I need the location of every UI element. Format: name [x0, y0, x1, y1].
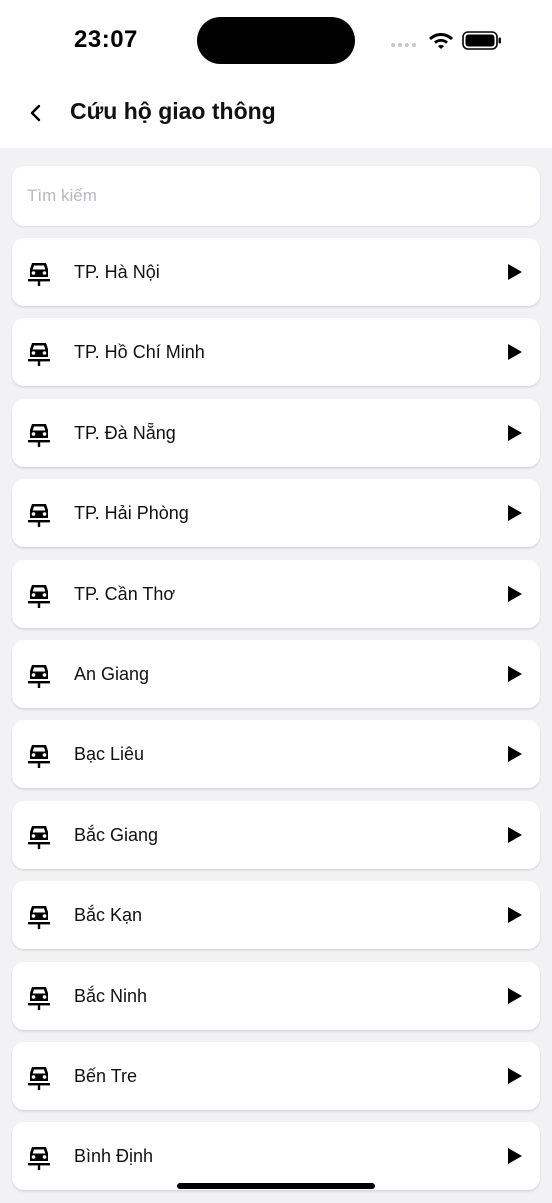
play-arrow-icon: [508, 1067, 522, 1084]
app-header: Cứu hộ giao thông: [0, 80, 552, 148]
battery-icon: [462, 31, 501, 50]
list-item[interactable]: Bến Tre: [12, 1041, 540, 1110]
list-item-label: TP. Hà Nội: [74, 262, 160, 282]
car-rescue-icon: [28, 584, 50, 608]
car-rescue-icon: [28, 986, 50, 1010]
cellular-signal-icon: [391, 43, 416, 47]
list-item-label: TP. Hồ Chí Minh: [74, 342, 205, 363]
play-arrow-icon: [508, 424, 522, 441]
list-item-label: Bắc Kạn: [74, 905, 143, 926]
search-box: [12, 166, 540, 226]
home-indicator: [177, 1183, 375, 1189]
car-rescue-icon: [28, 825, 50, 849]
status-time: 23:07: [74, 26, 138, 53]
play-arrow-icon: [508, 1148, 522, 1165]
list-item[interactable]: Bắc Giang: [12, 800, 540, 869]
list-item[interactable]: TP. Hồ Chí Minh: [12, 318, 540, 387]
list-item-label: TP. Hải Phòng: [74, 503, 189, 524]
search-input[interactable]: [12, 166, 517, 226]
car-rescue-icon: [28, 504, 50, 528]
play-arrow-icon: [508, 987, 522, 1004]
play-arrow-icon: [508, 907, 522, 924]
car-rescue-icon: [28, 263, 50, 286]
car-rescue-icon: [28, 343, 50, 367]
play-arrow-icon: [508, 585, 522, 602]
status-bar: 23:07: [0, 0, 552, 80]
play-arrow-icon: [508, 344, 522, 361]
list-item-label: TP. Đà Nẵng: [74, 422, 176, 443]
back-chevron-icon[interactable]: [24, 101, 48, 125]
car-rescue-icon: [28, 1147, 50, 1171]
list-item-label: Bình Định: [74, 1146, 154, 1167]
page-title: Cứu hộ giao thông: [70, 98, 276, 124]
list-item-label: Bắc Ninh: [74, 985, 148, 1006]
list-item-label: Bắc Giang: [74, 824, 159, 845]
list-item[interactable]: An Giang: [12, 639, 540, 708]
list-item[interactable]: Bình Định: [12, 1122, 540, 1191]
province-list: TP. Hà Nội TP. Hồ Chí Minh TP. Đà Nẵng TP. …: [12, 166, 540, 1203]
car-rescue-icon: [28, 906, 50, 930]
list-container: TP. Hà Nội TP. Hồ Chí Minh TP. Đà Nẵng TP. …: [12, 238, 540, 1191]
play-arrow-icon: [508, 665, 522, 682]
list-item-label: An Giang: [74, 663, 150, 684]
list-item[interactable]: Bạc Liêu: [12, 720, 540, 789]
car-rescue-icon: [28, 664, 50, 688]
list-item[interactable]: TP. Hà Nội: [12, 238, 540, 306]
list-item-label: TP. Cần Thơ: [74, 583, 176, 604]
play-arrow-icon: [508, 505, 522, 522]
list-item[interactable]: Bắc Ninh: [12, 961, 540, 1030]
dynamic-island: [197, 17, 355, 64]
list-item[interactable]: TP. Đà Nẵng: [12, 398, 540, 467]
wifi-icon: [429, 33, 453, 49]
list-item[interactable]: TP. Hải Phòng: [12, 479, 540, 548]
car-rescue-icon: [28, 1066, 50, 1090]
play-arrow-icon: [508, 826, 522, 843]
list-item[interactable]: TP. Cần Thơ: [12, 559, 540, 628]
car-rescue-icon: [28, 745, 50, 769]
list-item-label: Bạc Liêu: [74, 744, 145, 765]
list-item-label: Bến Tre: [74, 1065, 138, 1086]
car-rescue-icon: [28, 423, 50, 447]
list-item[interactable]: Bắc Kạn: [12, 881, 540, 950]
play-arrow-icon: [508, 746, 522, 763]
play-arrow-icon: [508, 264, 522, 280]
